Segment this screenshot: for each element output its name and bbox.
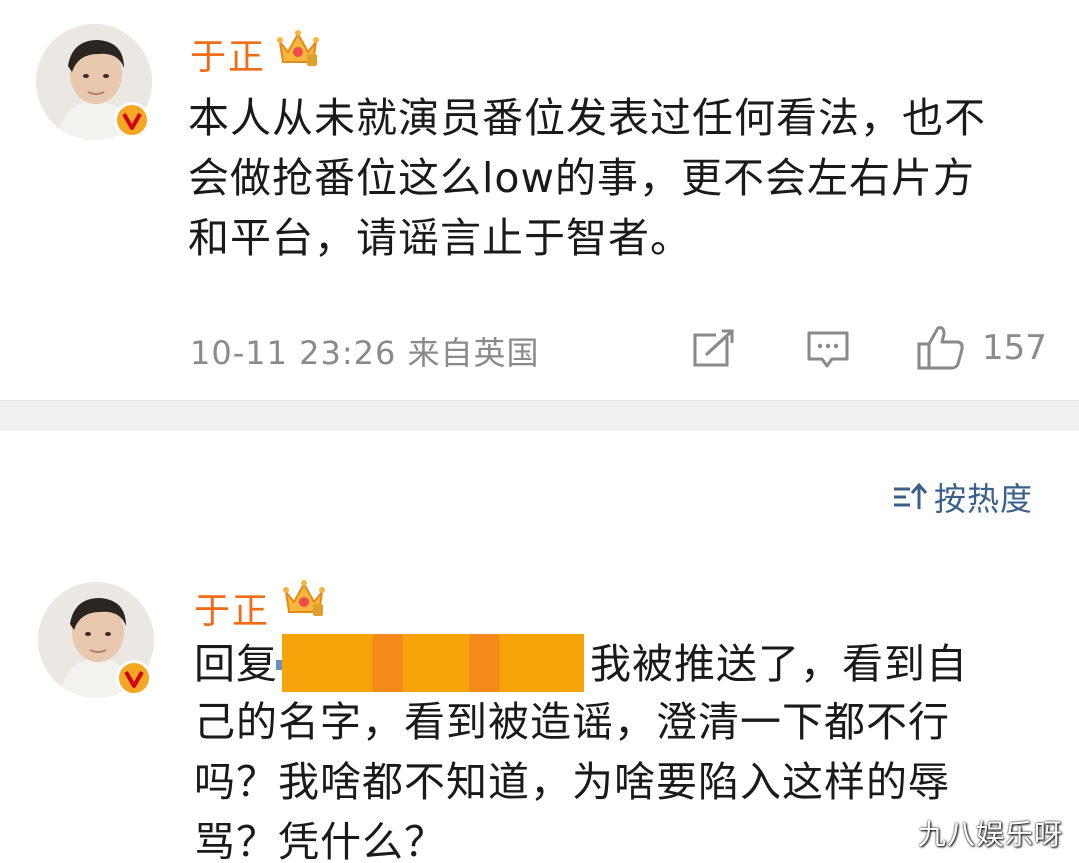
- reply-line1-tail: 我被推送了，看到自: [590, 640, 968, 688]
- reply-username[interactable]: 于正: [194, 582, 270, 634]
- post-text: 本人从未就演员番位发表过任何看法，也不 会做抢番位这么low的事，更不会左右片方…: [188, 88, 986, 268]
- verified-badge-icon: [116, 660, 152, 696]
- sort-by-heat-button[interactable]: 按热度: [892, 474, 1033, 520]
- sort-icon: [893, 482, 928, 509]
- crown-icon: [282, 578, 326, 618]
- comment-icon: [807, 331, 849, 368]
- crown-icon: [276, 28, 320, 68]
- like-count: 157: [982, 328, 1047, 368]
- like-icon: [917, 326, 964, 370]
- verified-badge-icon: [114, 102, 150, 138]
- share-button[interactable]: [692, 329, 736, 369]
- post-text-line: 会做抢番位这么low的事，更不会左右片方: [188, 154, 976, 202]
- reply-avatar[interactable]: [38, 582, 154, 698]
- comment-button[interactable]: [806, 330, 850, 370]
- post-text-line: 和平台，请谣言止于智者。: [188, 214, 692, 262]
- post-meta: 10-11 23:26 来自英国: [190, 334, 540, 372]
- reply-prefix: 回复: [194, 640, 278, 688]
- sort-label: 按热度: [933, 480, 1033, 518]
- share-icon: [693, 329, 736, 367]
- redacted-mention: [282, 634, 584, 692]
- section-divider: [0, 400, 1079, 430]
- post-username[interactable]: 于正: [190, 28, 266, 80]
- watermark: 九八娱乐呀: [917, 818, 1063, 851]
- post-text-line: 本人从未就演员番位发表过任何看法，也不: [188, 94, 986, 142]
- like-button[interactable]: 157: [916, 324, 1047, 372]
- weibo-post: 于正 本人从未就演员番位发表过任何看法，也不 会做抢番位这么low的事，更不会左…: [0, 0, 1079, 400]
- reply-text-line: 骂？凭什么？: [194, 818, 446, 863]
- reply-text-line: 己的名字，看到被造谣，澄清一下都不行: [194, 698, 950, 746]
- reply-text-line: 吗？我啥都不知道，为啥要陷入这样的辱: [194, 758, 950, 806]
- avatar[interactable]: [36, 24, 152, 140]
